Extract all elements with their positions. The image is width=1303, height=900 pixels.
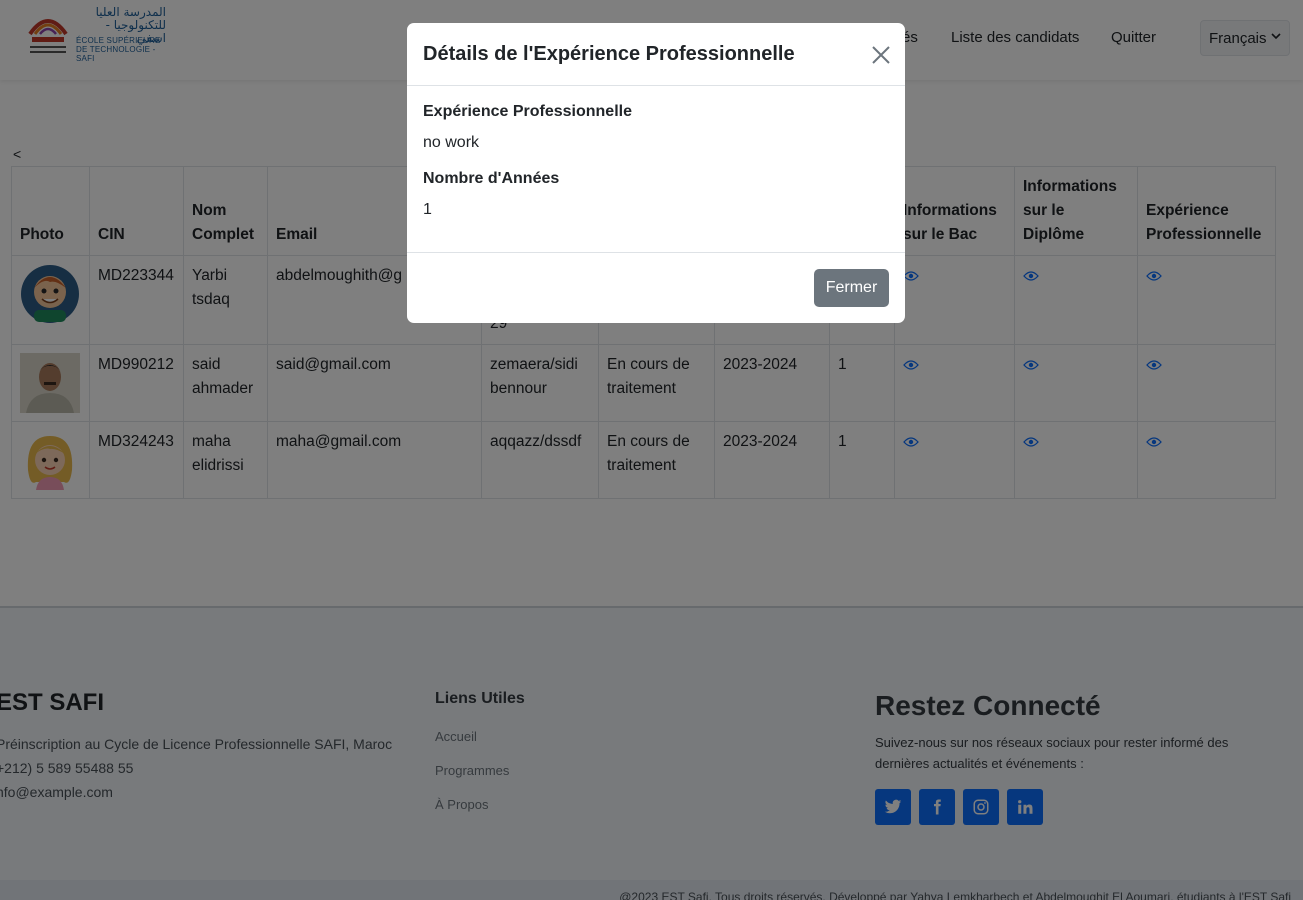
modal-header: Détails de l'Expérience Professionnelle bbox=[407, 23, 905, 86]
experience-label: Expérience Professionnelle bbox=[423, 103, 632, 120]
modal-footer: Fermer bbox=[407, 252, 905, 323]
modal-title: Détails de l'Expérience Professionnelle bbox=[423, 43, 795, 65]
experience-details-modal: Détails de l'Expérience Professionnelle … bbox=[407, 23, 905, 323]
years-label: Nombre d'Années bbox=[423, 170, 560, 187]
close-button[interactable]: Fermer bbox=[814, 269, 889, 307]
experience-value: no work bbox=[423, 134, 480, 151]
years-value: 1 bbox=[423, 201, 432, 218]
close-icon[interactable] bbox=[870, 44, 892, 66]
